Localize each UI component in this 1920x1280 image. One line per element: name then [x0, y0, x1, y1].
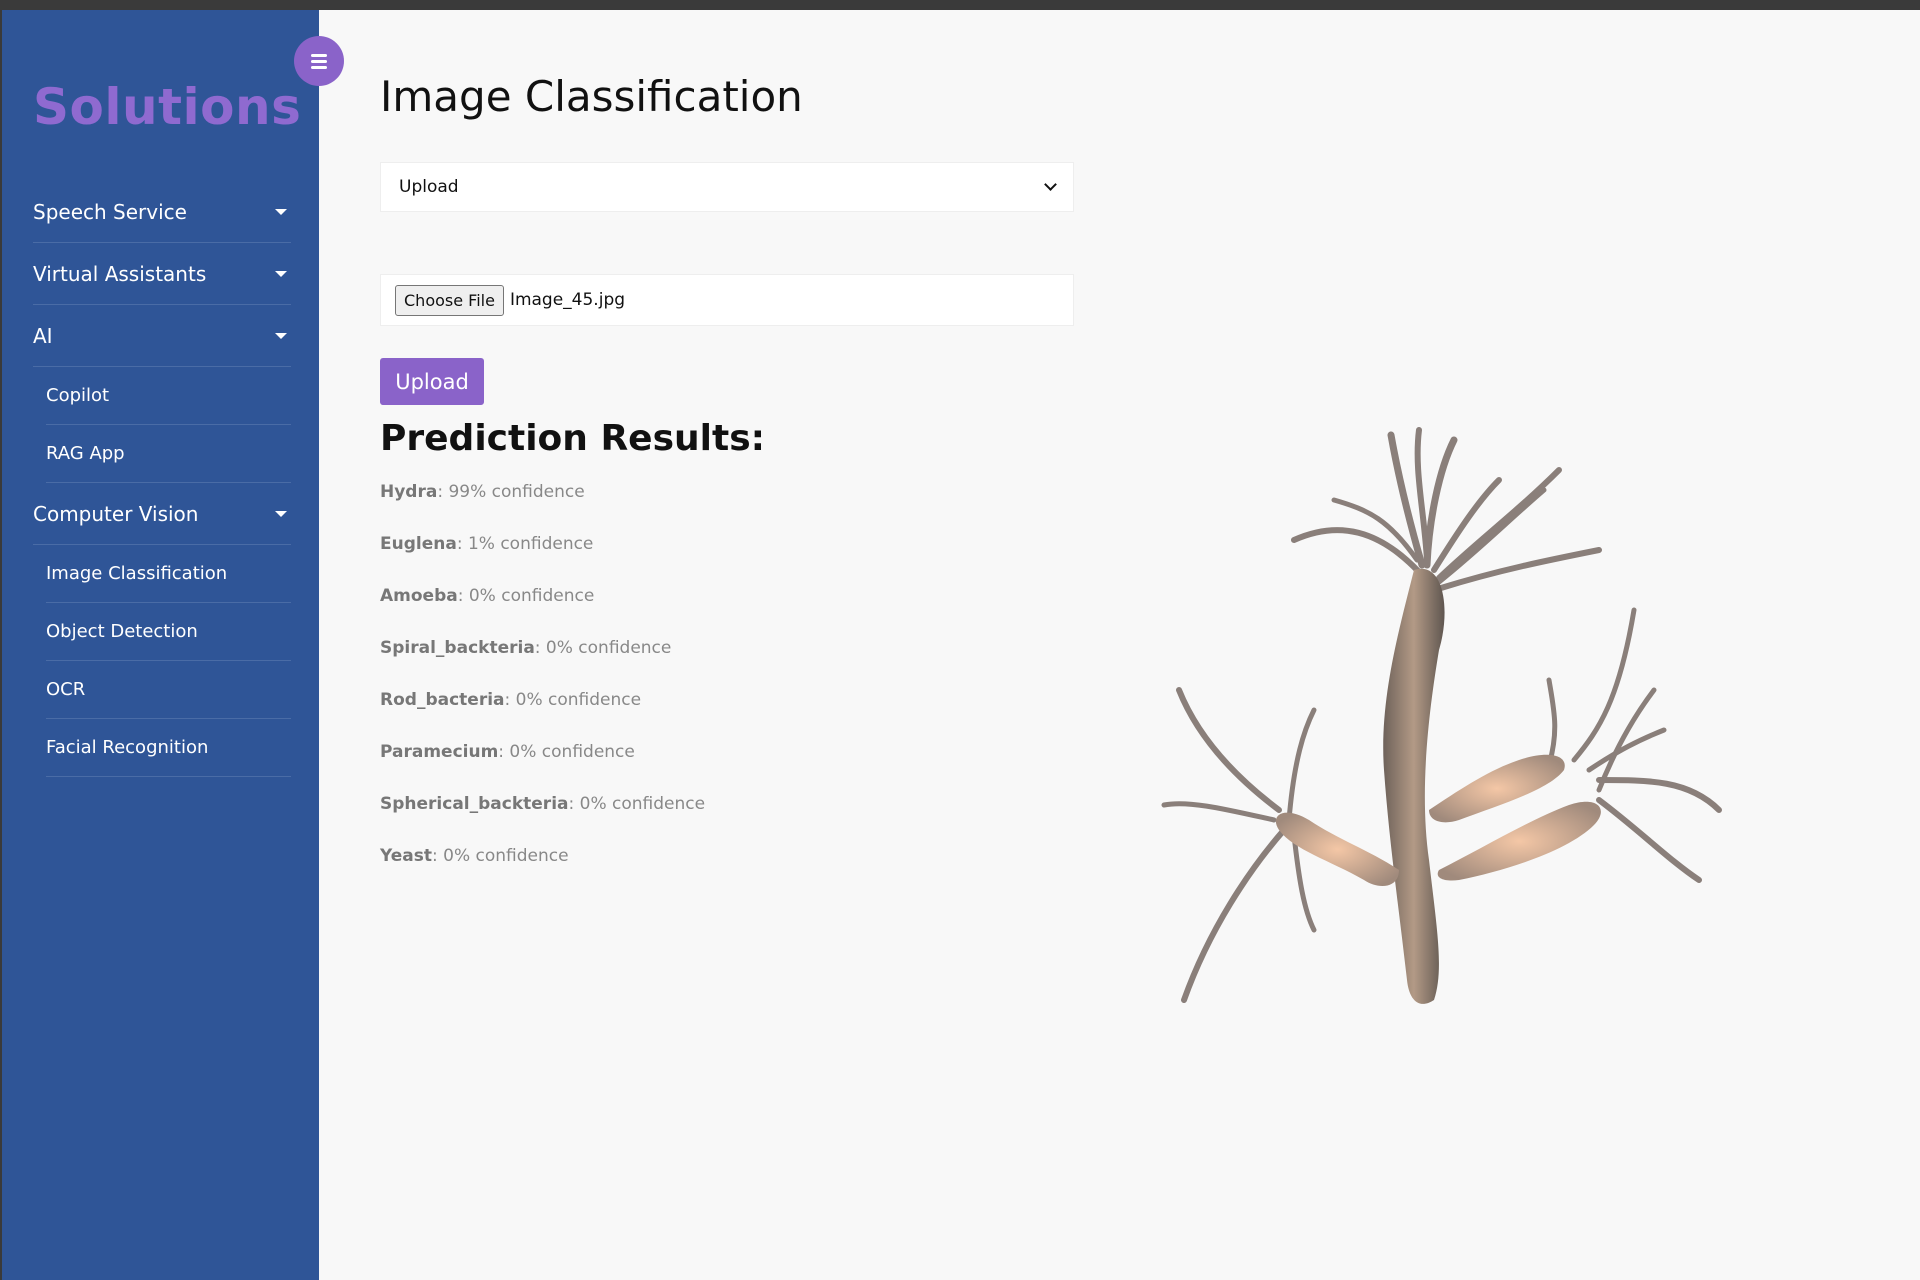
source-select-value: Upload — [399, 177, 459, 197]
sidebar-item-speech-service[interactable]: Speech Service — [33, 181, 291, 243]
result-item: Yeast: 0% confidence — [380, 846, 705, 898]
sidebar-item-virtual-assistants[interactable]: Virtual Assistants — [33, 243, 291, 305]
result-item: Spherical_backteria: 0% confidence — [380, 794, 705, 846]
result-confidence: : 0% confidence — [498, 742, 635, 762]
sidebar-toggle-button[interactable] — [294, 36, 344, 86]
result-label: Yeast — [380, 846, 432, 866]
app-window: Solutions Speech Service Virtual Assista… — [2, 10, 1920, 1280]
result-confidence: : 0% confidence — [534, 638, 672, 658]
result-label: Amoeba — [380, 586, 458, 606]
menu-icon-bar — [311, 65, 327, 69]
sidebar-item-image-classification[interactable]: Image Classification — [46, 545, 291, 603]
sidebar-item-ai[interactable]: AI — [33, 305, 291, 367]
result-confidence: : 0% confidence — [568, 794, 706, 814]
sidebar-item-label: Object Detection — [46, 621, 198, 642]
choose-file-button[interactable]: Choose File — [395, 284, 504, 316]
sidebar: Solutions Speech Service Virtual Assista… — [2, 10, 319, 1280]
sidebar-item-label: Copilot — [46, 385, 110, 406]
sidebar-item-label: RAG App — [46, 443, 125, 464]
sidebar-item-label: Computer Vision — [33, 501, 199, 526]
sidebar-item-copilot[interactable]: Copilot — [46, 367, 291, 425]
result-label: Rod_bacteria — [380, 690, 505, 710]
menu-icon-bar — [311, 59, 327, 63]
sidebar-item-rag-app[interactable]: RAG App — [46, 425, 291, 483]
menu-icon — [311, 53, 327, 57]
result-label: Hydra — [380, 482, 438, 502]
chevron-down-icon — [1044, 178, 1057, 191]
sidebar-item-facial-recognition[interactable]: Facial Recognition — [46, 719, 291, 777]
result-label: Spherical_backteria — [380, 794, 569, 814]
result-confidence: : 0% confidence — [457, 586, 595, 606]
page-title: Image Classification — [380, 72, 803, 121]
brand-logo: Solutions — [33, 78, 302, 136]
upload-button[interactable]: Upload — [380, 358, 484, 405]
caret-down-icon — [275, 208, 287, 215]
result-item: Paramecium: 0% confidence — [380, 742, 705, 794]
sidebar-nav: Speech Service Virtual Assistants AI Cop… — [33, 181, 291, 777]
sidebar-item-object-detection[interactable]: Object Detection — [46, 603, 291, 661]
result-item: Euglena: 1% confidence — [380, 534, 705, 586]
prediction-results: Hydra: 99% confidence Euglena: 1% confid… — [380, 482, 705, 898]
sidebar-item-label: Facial Recognition — [46, 737, 209, 758]
selected-file-name: Image_45.jpg — [509, 290, 626, 310]
result-confidence: : 99% confidence — [437, 482, 585, 502]
result-item: Hydra: 99% confidence — [380, 482, 705, 534]
source-select[interactable]: Upload — [380, 162, 1074, 212]
result-label: Paramecium — [380, 742, 499, 762]
result-confidence: : 1% confidence — [456, 534, 594, 554]
result-item: Rod_bacteria: 0% confidence — [380, 690, 705, 742]
result-item: Spiral_backteria: 0% confidence — [380, 638, 705, 690]
result-label: Spiral_backteria — [380, 638, 535, 658]
uploaded-image-hydra — [1161, 427, 1722, 1004]
caret-down-icon — [275, 270, 287, 277]
sidebar-item-label: Speech Service — [33, 199, 187, 224]
sidebar-item-label: AI — [33, 323, 53, 348]
main-content: Image Classification Upload Choose File … — [319, 10, 1920, 1280]
result-item: Amoeba: 0% confidence — [380, 586, 705, 638]
results-title: Prediction Results: — [380, 418, 766, 459]
caret-down-icon — [275, 510, 287, 517]
sidebar-item-computer-vision[interactable]: Computer Vision — [33, 483, 291, 545]
result-confidence: : 0% confidence — [432, 846, 569, 866]
result-label: Euglena — [380, 534, 457, 554]
file-input[interactable]: Choose File Image_45.jpg — [380, 274, 1074, 326]
sidebar-item-label: OCR — [46, 679, 86, 700]
sidebar-item-label: Image Classification — [46, 563, 228, 584]
sidebar-item-label: Virtual Assistants — [33, 261, 207, 286]
sidebar-item-ocr[interactable]: OCR — [46, 661, 291, 719]
result-confidence: : 0% confidence — [504, 690, 642, 710]
caret-down-icon — [275, 332, 287, 339]
